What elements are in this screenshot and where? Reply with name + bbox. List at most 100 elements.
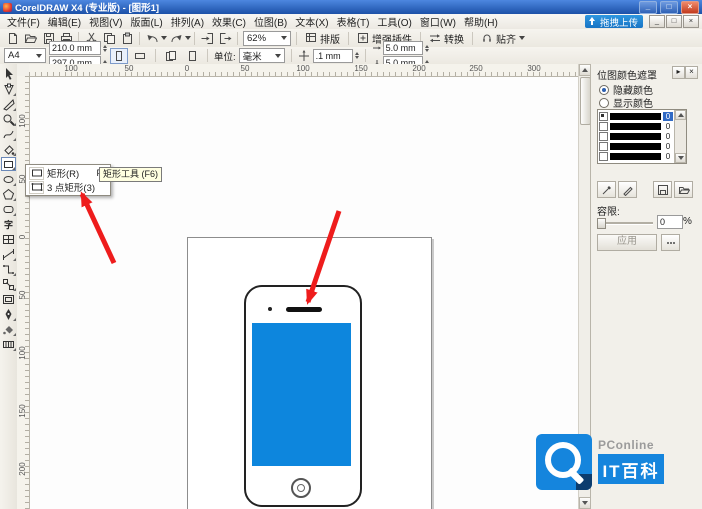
save-mask-button[interactable] <box>653 181 672 198</box>
text-tool[interactable]: 字 <box>1 217 16 231</box>
phone-speaker-shape[interactable] <box>286 307 322 312</box>
tolerance-field[interactable]: 0 <box>657 215 683 229</box>
paste-button[interactable] <box>118 30 136 46</box>
freehand-tool[interactable] <box>1 127 16 141</box>
list-scroll-up-button[interactable] <box>675 110 686 120</box>
color-mask-row[interactable]: 0 <box>598 121 674 131</box>
menu-file[interactable]: 文件(F) <box>3 13 44 30</box>
ellipse-tool[interactable] <box>1 172 16 186</box>
tolerance-slider[interactable] <box>597 218 653 227</box>
color-checkbox[interactable] <box>599 152 608 161</box>
docker-options-button[interactable] <box>661 234 680 251</box>
menu-text[interactable]: 文本(X) <box>291 13 332 30</box>
horizontal-ruler[interactable]: 100 50 0 50 100 150 200 250 300 <box>29 64 578 77</box>
phone-home-button-shape[interactable] <box>291 478 311 498</box>
docker-close-button[interactable]: × <box>685 66 698 79</box>
nudge-field[interactable]: .1 mm <box>313 49 353 63</box>
flyout-3point-rectangle-item[interactable]: 3 点矩形(3) <box>27 180 109 194</box>
menu-arrange[interactable]: 排列(A) <box>167 13 208 30</box>
polygon-tool[interactable] <box>1 187 16 201</box>
menu-window[interactable]: 窗口(W) <box>416 13 460 30</box>
shape-tool[interactable] <box>1 82 16 96</box>
phone-screen-shape[interactable] <box>252 323 351 466</box>
color-checkbox[interactable] <box>599 132 608 141</box>
color-checkbox[interactable] <box>599 122 608 131</box>
slider-thumb[interactable] <box>597 218 606 229</box>
menu-table[interactable]: 表格(T) <box>333 13 374 30</box>
nudge-spinner[interactable] <box>355 52 359 59</box>
convert-button[interactable]: 转换 <box>424 31 469 46</box>
upload-badge[interactable]: 拖拽上传 <box>585 15 643 28</box>
menu-help[interactable]: 帮助(H) <box>460 13 502 30</box>
doc-restore-button[interactable]: □ <box>666 15 682 28</box>
menu-view[interactable]: 视图(V) <box>85 13 126 30</box>
doc-close-button[interactable]: × <box>683 15 699 28</box>
redo-dropdown-caret[interactable] <box>185 36 191 40</box>
open-mask-button[interactable] <box>674 181 693 198</box>
paper-size-select[interactable]: A4 <box>4 48 46 63</box>
interactive-fill-tool[interactable] <box>1 337 16 351</box>
color-mask-row[interactable]: 0 <box>598 141 674 151</box>
page-width-spinner[interactable] <box>103 45 107 52</box>
table-tool[interactable] <box>1 232 16 246</box>
portrait-button[interactable] <box>110 48 128 64</box>
undo-button[interactable] <box>143 30 161 46</box>
export-button[interactable] <box>216 30 234 46</box>
duplicate-h-spinner[interactable] <box>425 45 429 52</box>
page-width-field[interactable]: 210.0 mm <box>49 41 101 55</box>
edit-color-button[interactable] <box>618 181 637 198</box>
maximize-button[interactable]: □ <box>660 1 678 14</box>
zoom-level-select[interactable]: 62% <box>243 31 291 46</box>
current-page-button[interactable] <box>183 48 201 64</box>
menu-edit[interactable]: 编辑(E) <box>44 13 85 30</box>
zoom-tool[interactable] <box>1 112 16 126</box>
color-swatch-black[interactable] <box>610 113 661 120</box>
snap-button[interactable]: 贴齐 <box>476 31 530 46</box>
all-pages-button[interactable] <box>162 48 180 64</box>
color-swatch-black[interactable] <box>610 123 661 130</box>
color-mask-row[interactable]: 0 <box>598 131 674 141</box>
color-swatch-black[interactable] <box>610 153 661 160</box>
smart-fill-tool[interactable] <box>1 142 16 156</box>
redo-button[interactable] <box>167 30 185 46</box>
docker-flyout-button[interactable]: ▸ <box>672 66 685 79</box>
color-mask-list[interactable]: 0 0 0 0 <box>597 109 687 164</box>
menu-tools[interactable]: 工具(O) <box>373 13 415 30</box>
open-button[interactable] <box>21 30 39 46</box>
color-swatch-black[interactable] <box>610 133 661 140</box>
rectangle-tool[interactable] <box>1 157 16 171</box>
apply-button[interactable]: 应用 <box>597 234 657 251</box>
typeset-button[interactable]: 排版 <box>300 31 345 46</box>
color-checkbox-checked[interactable] <box>599 112 608 121</box>
fill-tool[interactable] <box>1 322 16 336</box>
pick-tool[interactable] <box>1 67 16 81</box>
phone-body-shape[interactable] <box>244 285 362 507</box>
phone-camera-shape[interactable] <box>268 307 272 311</box>
outline-pen-tool[interactable] <box>1 307 16 321</box>
landscape-button[interactable] <box>131 48 149 64</box>
minimize-button[interactable]: _ <box>639 1 657 14</box>
vertical-ruler[interactable]: 100 50 0 50 100 150 200 <box>17 76 30 509</box>
show-colors-radio[interactable]: 显示颜色 <box>599 95 653 110</box>
list-scrollbar[interactable] <box>674 110 686 163</box>
blend-tool[interactable] <box>1 277 16 291</box>
dimension-tool[interactable] <box>1 247 16 261</box>
new-document-button[interactable] <box>3 30 21 46</box>
units-select[interactable]: 毫米 <box>239 48 285 63</box>
doc-minimize-button[interactable]: _ <box>649 15 665 28</box>
list-scroll-down-button[interactable] <box>675 153 686 163</box>
flyout-rectangle-item[interactable]: 矩形(R) F6 <box>27 166 109 180</box>
close-button[interactable]: × <box>681 1 699 14</box>
menu-bitmaps[interactable]: 位图(B) <box>250 13 291 30</box>
contour-tool[interactable] <box>1 292 16 306</box>
color-mask-row[interactable]: 0 <box>598 111 674 121</box>
connector-tool[interactable] <box>1 262 16 276</box>
menu-effects[interactable]: 效果(C) <box>208 13 250 30</box>
menu-layout[interactable]: 版面(L) <box>126 13 166 30</box>
color-selector-button[interactable] <box>597 181 616 198</box>
crop-tool[interactable] <box>1 97 16 111</box>
duplicate-h-field[interactable]: 5.0 mm <box>383 41 423 55</box>
import-button[interactable] <box>198 30 216 46</box>
color-checkbox[interactable] <box>599 142 608 151</box>
color-mask-row[interactable]: 0 <box>598 151 674 161</box>
